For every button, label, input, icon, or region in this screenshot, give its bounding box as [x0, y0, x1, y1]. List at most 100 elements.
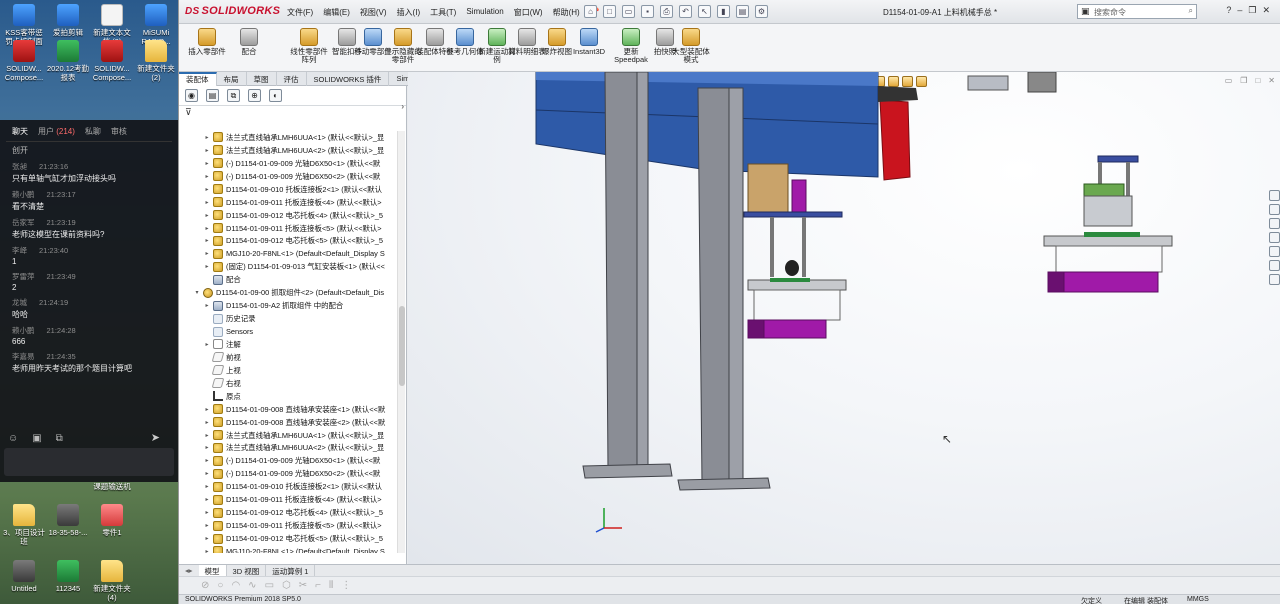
file-properties-icon[interactable]: ▤	[736, 5, 749, 18]
desktop-icon[interactable]: 课题输送机	[90, 482, 134, 491]
expand-chevron-icon[interactable]: ▸	[203, 509, 211, 516]
tree-item[interactable]: ▸ D1154-01-09-012 电芯托板<4> (默认<<默认>_5	[179, 506, 397, 519]
expand-chevron-icon[interactable]: ▸	[203, 134, 211, 141]
desktop-icon[interactable]: 爱拍剪辑	[46, 4, 90, 37]
polygon-icon[interactable]: ⬡	[282, 580, 291, 591]
expand-chevron-icon[interactable]: ▸	[203, 522, 211, 529]
file-explorer-icon[interactable]	[1269, 218, 1280, 229]
mirror-icon[interactable]: ⫴	[329, 580, 333, 591]
tree-item[interactable]: ▸ 注解	[179, 338, 397, 351]
tree-item[interactable]: ▸ MGJ10-20-F8NL<1> (Default<Default_Displ…	[179, 247, 397, 260]
collapse-chevron-icon[interactable]: ▾	[193, 289, 201, 296]
property-manager-tab-icon[interactable]: ▤	[206, 89, 219, 102]
command-tab[interactable]: 布局	[217, 72, 247, 86]
desktop-icon[interactable]: 3、项目设计班	[2, 504, 46, 546]
screenshot-icon[interactable]: ⧉	[56, 433, 63, 444]
arc-icon[interactable]: ◠	[231, 580, 240, 591]
tree-item[interactable]: 配合	[179, 273, 397, 286]
tree-item[interactable]: ▸ D1154-01-09-012 电芯托板<5> (默认<<默认>_5	[179, 235, 397, 248]
tree-item[interactable]: ▸ D1154-01-09-008 直线轴承安装座<2> (默认<<默	[179, 416, 397, 429]
expand-chevron-icon[interactable]: ▸	[203, 302, 211, 309]
chat-tab-review[interactable]: 审核	[111, 126, 127, 137]
line-icon[interactable]: ⊘	[201, 580, 209, 591]
emoji-icon[interactable]: ☺	[8, 433, 18, 444]
status-units[interactable]: MMGS	[1187, 596, 1209, 603]
rectangle-icon[interactable]: ▭	[265, 580, 274, 591]
expand-chevron-icon[interactable]: ▸	[203, 432, 211, 439]
expand-chevron-icon[interactable]: ▸	[203, 457, 211, 464]
desktop-icon[interactable]: 112345	[46, 560, 90, 593]
tab-scroll-icon[interactable]: ◂▸	[179, 565, 199, 576]
display-manager-tab-icon[interactable]: ◐	[269, 89, 282, 102]
command-tab[interactable]: 评估	[277, 72, 307, 86]
view-palette-icon[interactable]	[1269, 232, 1280, 243]
minimize-icon[interactable]: –	[1237, 5, 1242, 16]
desktop-icon[interactable]: Untitled	[2, 560, 46, 593]
expand-chevron-icon[interactable]: ▸	[203, 160, 211, 167]
forum-icon[interactable]	[1269, 274, 1280, 285]
menu-item[interactable]: 编辑(E)	[323, 7, 350, 18]
menu-item[interactable]: Simulation	[466, 7, 503, 18]
desktop-icon[interactable]: 新建文件夹 (2)	[134, 40, 178, 82]
model-tab[interactable]: 3D 视图	[227, 565, 267, 576]
menu-item[interactable]: 帮助(H)	[553, 7, 580, 18]
tree-item[interactable]: ▸ D1154-01-09-011 托板连接板<5> (默认<<默认>	[179, 222, 397, 235]
send-icon[interactable]: ➤	[151, 431, 160, 444]
expand-chevron-icon[interactable]: ▸	[203, 263, 211, 270]
tree-scrollbar[interactable]	[397, 131, 405, 553]
graphics-area[interactable]: ▭ ❐ □ ✕ ↖	[408, 72, 1280, 564]
desktop-icon[interactable]: 零件1	[90, 504, 134, 537]
tree-item[interactable]: ▸ (-) D1154-01-09-009 光轴D6X50<1> (默认<<默	[179, 157, 397, 170]
filter-icon[interactable]: ⊽	[179, 106, 406, 118]
custom-properties-icon[interactable]	[1269, 260, 1280, 271]
desktop-icon[interactable]: SOLIDW... Compose...	[2, 40, 46, 82]
tree-item[interactable]: 上视	[179, 364, 397, 377]
expand-chevron-icon[interactable]: ▸	[203, 250, 211, 257]
new-document-icon[interactable]: □	[603, 5, 616, 18]
tree-item[interactable]: ▸ D1154-01-09-010 托板连接板2<1> (默认<<默认	[179, 183, 397, 196]
chat-tab-private[interactable]: 私聊	[85, 126, 101, 137]
tree-item[interactable]: 历史记录	[179, 312, 397, 325]
tree-item[interactable]: ▸ D1154-01-09-011 托板连接板<4> (默认<<默认>	[179, 196, 397, 209]
design-library-icon[interactable]	[1269, 204, 1280, 215]
tree-item[interactable]: ▸ (-) D1154-01-09-009 光轴D6X50<2> (默认<<默	[179, 467, 397, 480]
appearances-icon[interactable]	[1269, 246, 1280, 257]
solidworks-logo[interactable]: DS SOLIDWORKS	[185, 5, 280, 17]
ribbon-button[interactable]: 大型装配体模式	[671, 28, 711, 64]
tree-item[interactable]: ▸ D1154-01-09-A2 抓取组件 中的配合	[179, 299, 397, 312]
save-icon[interactable]: ▪	[641, 5, 654, 18]
open-icon[interactable]: ▭	[622, 5, 635, 18]
tree-item[interactable]: ▸ 法兰式直线轴承LMH6UUA<2> (默认<<默认>_显	[179, 442, 397, 455]
tree-scrollbar-thumb[interactable]	[399, 306, 405, 386]
tree-item[interactable]: ▸ D1154-01-09-012 电芯托板<5> (默认<<默认>_5	[179, 532, 397, 545]
chat-tab-chat[interactable]: 聊天	[12, 126, 28, 137]
ribbon-button[interactable]: 插入零部件	[187, 28, 227, 56]
menu-item[interactable]: 视图(V)	[360, 7, 387, 18]
tree-item[interactable]: ▸ D1154-01-09-011 托板连接板<4> (默认<<默认>	[179, 493, 397, 506]
ribbon-button[interactable]: 线性零部件阵列	[289, 28, 329, 64]
tree-item[interactable]: ▸ D1154-01-09-010 托板连接板2<1> (默认<<默认	[179, 480, 397, 493]
expand-chevron-icon[interactable]: ▸	[203, 147, 211, 154]
tree-item[interactable]: 原点	[179, 390, 397, 403]
chat-tab-users[interactable]: 用户 (214)	[38, 126, 75, 137]
ribbon-button[interactable]: Instant3D	[569, 28, 609, 56]
tree-item[interactable]: ▸ (-) D1154-01-09-009 光轴D6X50<1> (默认<<默	[179, 454, 397, 467]
command-tab[interactable]: SOLIDWORKS 插件	[307, 72, 390, 86]
tree-item[interactable]: Sensors	[179, 325, 397, 338]
expand-chevron-icon[interactable]: ▸	[203, 535, 211, 542]
search-icon[interactable]: ⌕	[1189, 6, 1193, 16]
tree-item[interactable]: ▸ D1154-01-09-011 托板连接板<5> (默认<<默认>	[179, 519, 397, 532]
expand-chevron-icon[interactable]: ▸	[203, 406, 211, 413]
tree-item[interactable]: 右视	[179, 377, 397, 390]
expand-chevron-icon[interactable]: ▸	[203, 470, 211, 477]
expand-chevron-icon[interactable]: ▸	[203, 419, 211, 426]
expand-chevron-icon[interactable]: ▸	[203, 186, 211, 193]
select-icon[interactable]: ↖	[698, 5, 711, 18]
collapse-panel-icon[interactable]: ›	[401, 102, 404, 111]
tree-item[interactable]: ▸ (固定) D1154-01-09-013 气缸安装板<1> (默认<<	[179, 260, 397, 273]
help-icon[interactable]: ?	[1226, 5, 1231, 16]
image-icon[interactable]: ▣	[32, 433, 41, 444]
tree-item[interactable]: ▸ (-) D1154-01-09-009 光轴D6X50<2> (默认<<默	[179, 170, 397, 183]
expand-chevron-icon[interactable]: ▸	[203, 341, 211, 348]
menu-item[interactable]: 文件(F)	[287, 7, 313, 18]
